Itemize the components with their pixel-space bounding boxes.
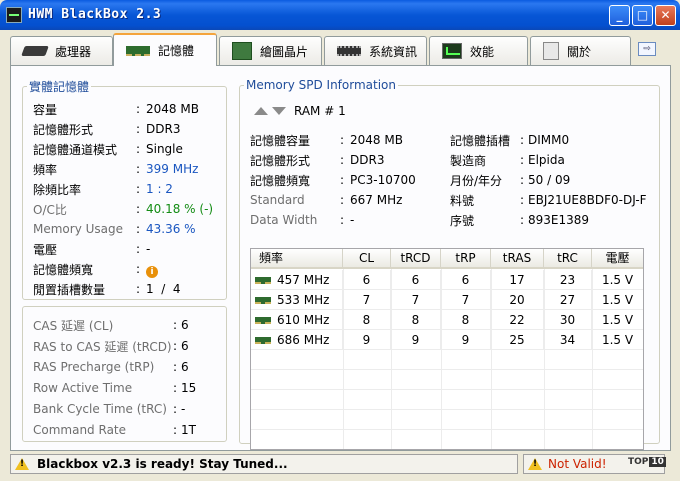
tab-performance[interactable]: 效能 <box>429 36 528 65</box>
tab-label: 記憶體 <box>158 44 195 58</box>
warning-icon <box>528 458 542 470</box>
memory-stick-icon <box>255 297 271 304</box>
memory-icon <box>126 45 150 56</box>
column-header[interactable]: tRAS <box>491 249 544 269</box>
column-header[interactable]: tRP <box>441 249 491 269</box>
title-bar[interactable]: HWM BlackBox 2.3 _ □ ✕ <box>0 0 680 30</box>
menu-arrow-icon[interactable]: ⇨ <box>638 42 656 56</box>
physical-memory-group: 實體記憶體 容量 : 2048 MB 記憶體形式 : DDR3 記憶體通道模式 … <box>22 78 227 300</box>
tab-label: 關於 <box>567 44 592 59</box>
arrow-up-icon[interactable] <box>254 107 268 115</box>
spd-timing-table: 頻率 CL tRCD tRP tRAS tRC 電壓 457 MHz 6 6 6… <box>250 248 644 450</box>
status-message: Blackbox v2.3 is ready! Stay Tuned... <box>37 457 288 471</box>
graphics-card-icon <box>232 42 252 60</box>
timings-group: CAS 延遲 (CL) : 6 RAS to CAS 延遲 (tRCD) : 6… <box>22 306 227 442</box>
tab-system-info[interactable]: 系統資訊 <box>324 36 427 65</box>
about-icon <box>543 42 559 60</box>
group-title: Memory SPD Information <box>246 78 396 92</box>
memory-panel: 實體記憶體 容量 : 2048 MB 記憶體形式 : DDR3 記憶體通道模式 … <box>10 65 671 451</box>
tab-processor[interactable]: 處理器 <box>10 36 113 65</box>
column-header[interactable]: CL <box>343 249 391 269</box>
tab-label: 處理器 <box>55 44 92 59</box>
ram-selector: RAM # 1 <box>254 104 346 118</box>
validity-status: Not Valid! <box>548 457 607 471</box>
warning-icon <box>15 458 29 470</box>
column-header[interactable]: tRC <box>544 249 592 269</box>
cpu-icon <box>21 46 49 56</box>
ram-label: RAM # 1 <box>294 104 346 118</box>
column-header[interactable]: 電壓 <box>592 249 643 269</box>
table-row[interactable]: 457 MHz 6 6 6 17 23 1.5 V <box>251 270 643 290</box>
spd-group: Memory SPD Information RAM # 1 記憶體容量 : 2… <box>239 78 660 450</box>
column-header[interactable]: 頻率 <box>251 249 343 269</box>
tab-label: 系統資訊 <box>369 44 418 59</box>
app-icon <box>6 7 22 23</box>
window-title: HWM BlackBox 2.3 <box>28 7 162 22</box>
column-header[interactable]: tRCD <box>391 249 441 269</box>
maximize-button[interactable]: □ <box>632 5 653 26</box>
status-bar: Blackbox v2.3 is ready! Stay Tuned... No… <box>0 453 680 481</box>
info-icon[interactable]: i <box>146 263 158 278</box>
group-title: 實體記憶體 <box>29 80 90 94</box>
memory-stick-icon <box>255 337 271 344</box>
table-row[interactable]: 533 MHz 7 7 7 20 27 1.5 V <box>251 290 643 310</box>
tab-label: 繪圖晶片 <box>260 44 309 59</box>
arrow-down-icon[interactable] <box>272 107 286 115</box>
close-button[interactable]: ✕ <box>655 5 676 26</box>
tab-memory[interactable]: 記憶體 <box>113 33 217 66</box>
performance-icon <box>442 43 462 59</box>
table-row[interactable]: 610 MHz 8 8 8 22 30 1.5 V <box>251 310 643 330</box>
top10-badge: TOP 10 <box>628 457 666 467</box>
memory-stick-icon <box>255 317 271 324</box>
tab-about[interactable]: 關於 <box>530 36 631 65</box>
memory-stick-icon <box>255 277 271 284</box>
table-row[interactable]: 686 MHz 9 9 9 25 34 1.5 V <box>251 330 643 350</box>
minimize-button[interactable]: _ <box>609 5 630 26</box>
tab-bar: 處理器 記憶體 繪圖晶片 系統資訊 效能 關於 ⇨ <box>0 30 680 66</box>
tab-label: 效能 <box>470 44 495 59</box>
chip-icon <box>337 46 361 56</box>
tab-graphics[interactable]: 繪圖晶片 <box>219 36 322 65</box>
status-message-panel: Blackbox v2.3 is ready! Stay Tuned... <box>10 454 518 474</box>
